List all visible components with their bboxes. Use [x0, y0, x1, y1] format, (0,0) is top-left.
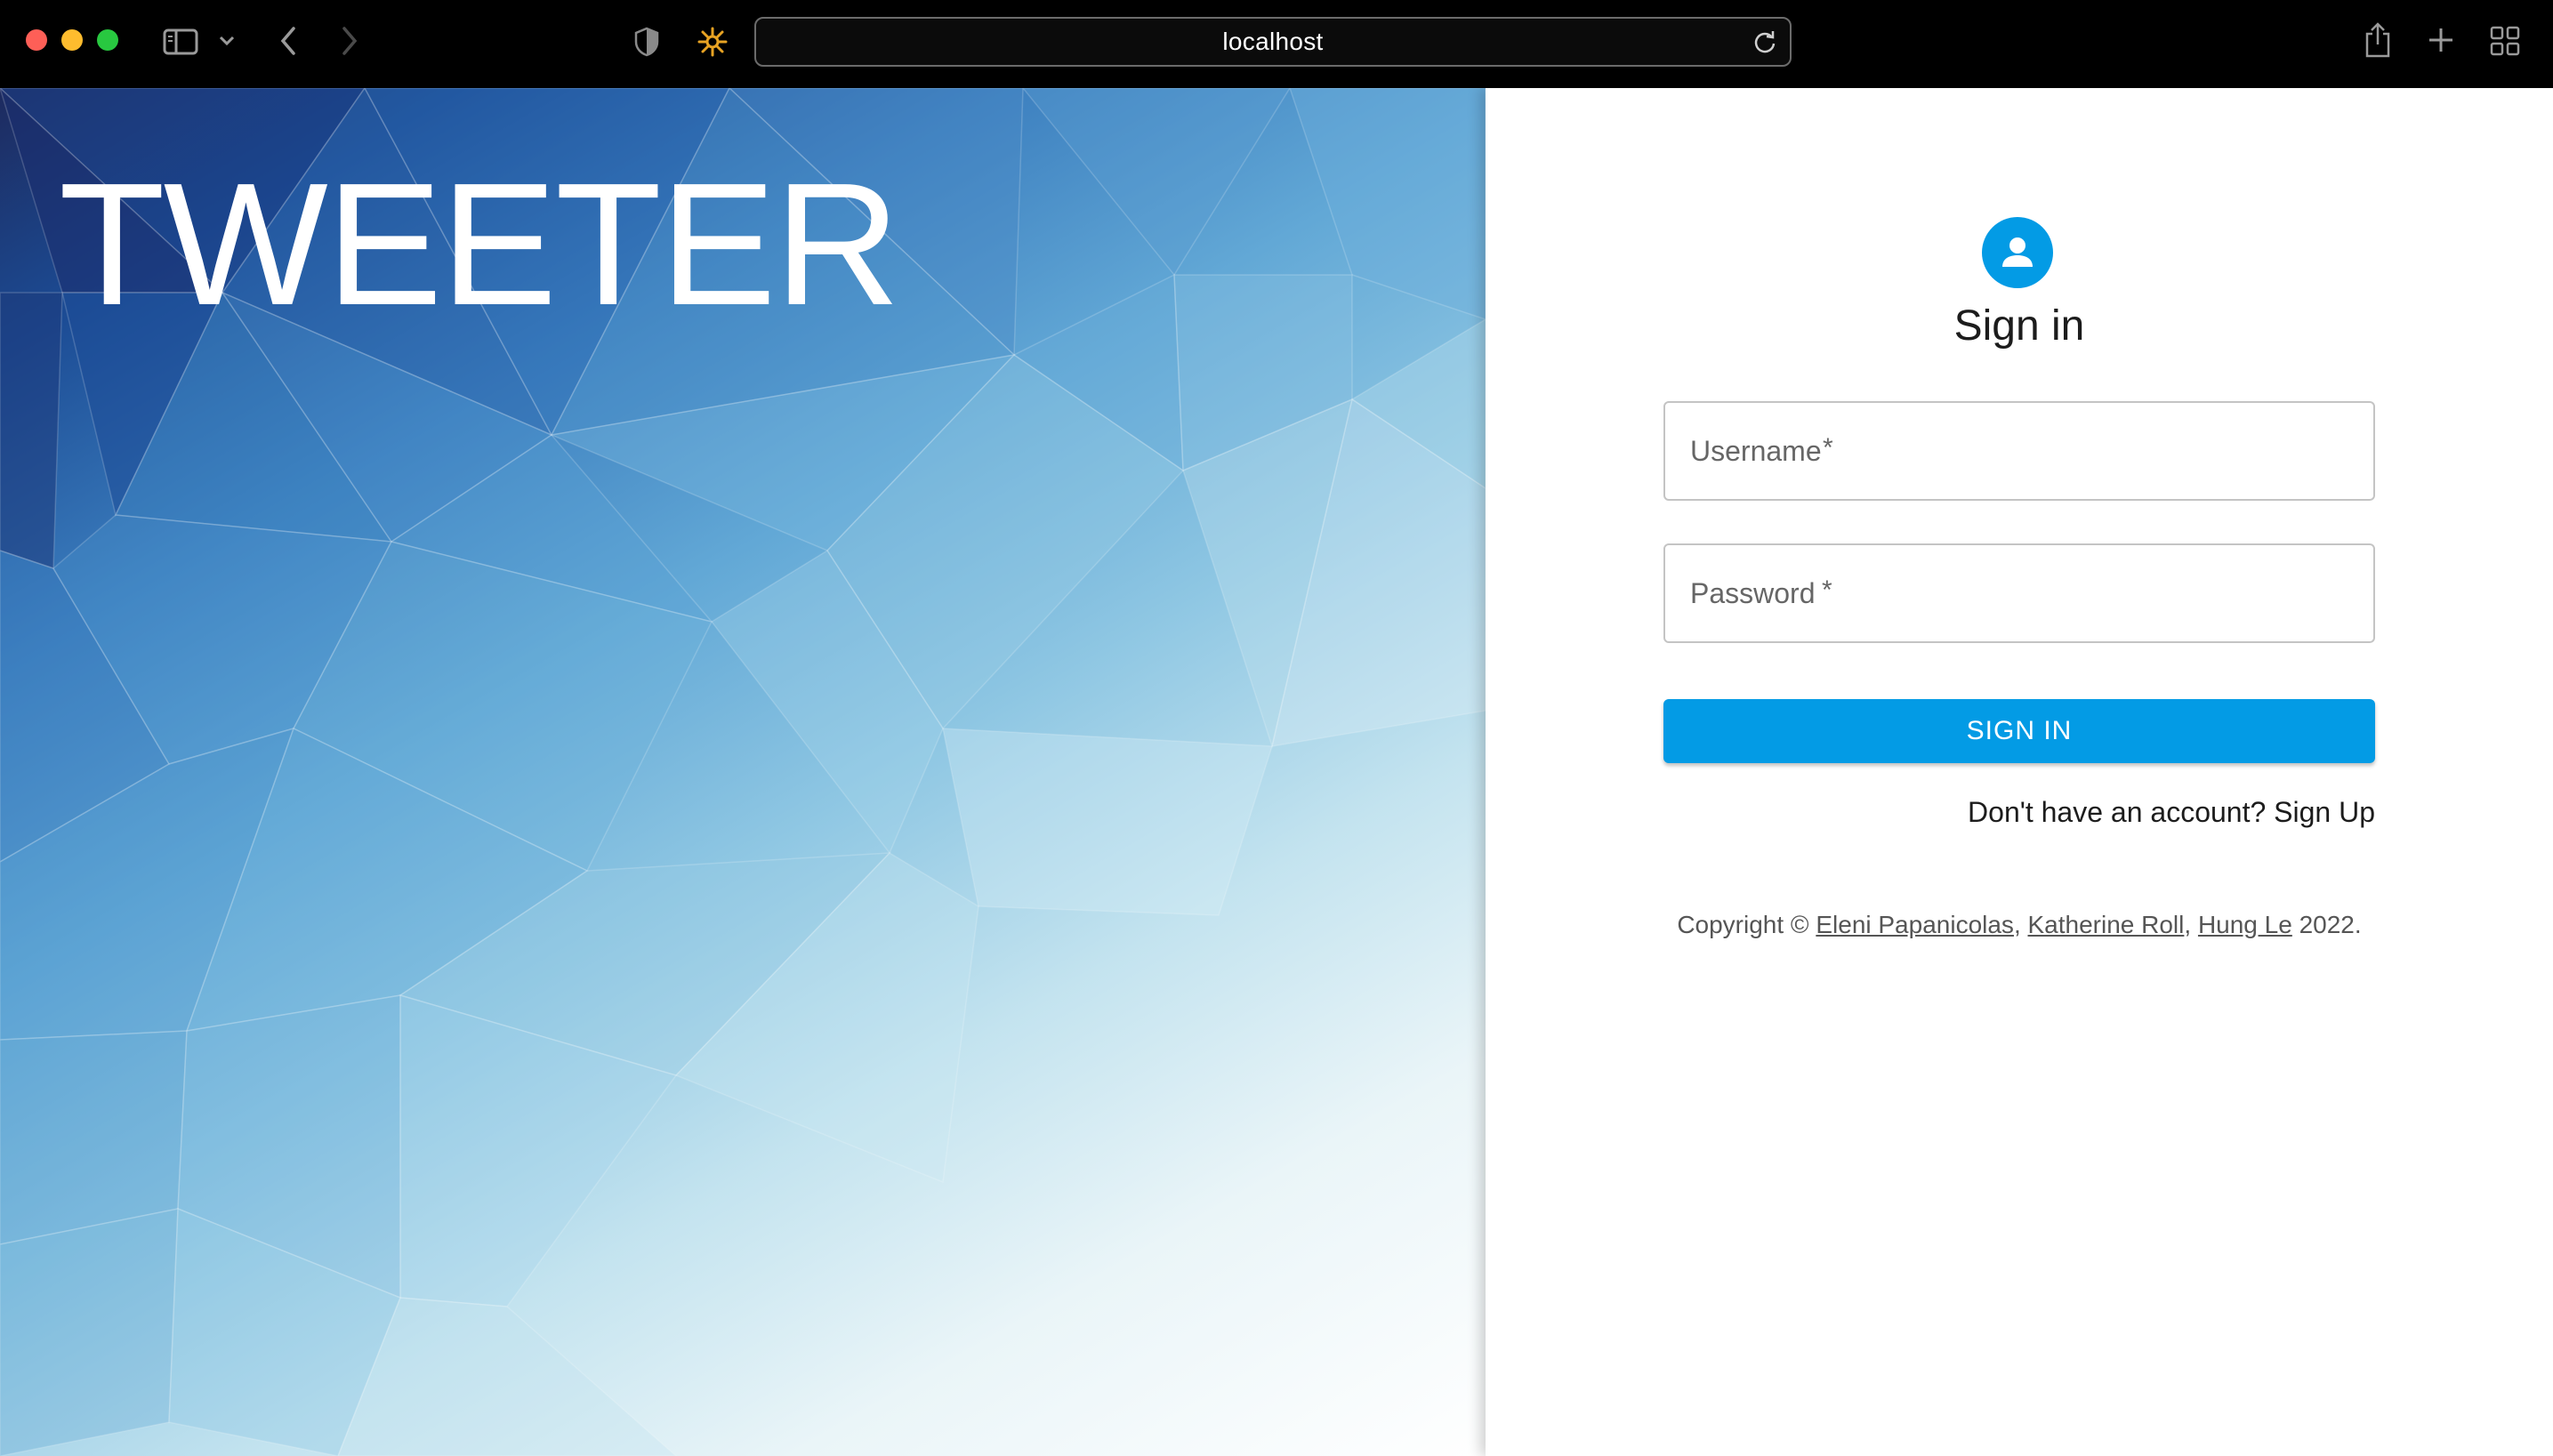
author-link[interactable]: Katherine Roll — [2028, 911, 2185, 938]
extension-icon[interactable] — [697, 26, 729, 58]
user-avatar-icon — [1982, 217, 2053, 288]
reload-icon[interactable] — [1752, 29, 1777, 54]
author-link[interactable]: Eleni Papanicolas — [1816, 911, 2014, 938]
copyright-prefix: Copyright © — [1677, 911, 1816, 938]
copyright-suffix: 2022. — [2291, 911, 2362, 938]
required-marker: * — [1823, 433, 1833, 463]
username-field[interactable]: * — [1663, 401, 2375, 501]
tab-overview-icon[interactable] — [2490, 26, 2520, 56]
browser-toolbar: localhost — [0, 0, 2553, 88]
zoom-window-button[interactable] — [97, 29, 118, 51]
password-input[interactable] — [1665, 545, 2373, 641]
back-icon[interactable] — [278, 26, 298, 56]
privacy-shield-icon[interactable] — [633, 27, 660, 57]
author-link[interactable]: Hung Le — [2198, 911, 2292, 938]
hero-banner: TWEETER — [0, 88, 1486, 1456]
password-field[interactable]: * — [1663, 543, 2375, 643]
close-window-button[interactable] — [26, 29, 47, 51]
signin-heading: Sign in — [1953, 302, 2085, 350]
copyright-text: Copyright © Eleni Papanicolas, Katherine… — [1486, 911, 2553, 939]
new-tab-icon[interactable] — [2427, 26, 2455, 54]
signin-button[interactable]: SIGN IN — [1663, 699, 2375, 763]
required-marker: * — [1822, 575, 1832, 605]
copyright-separator: , — [2013, 911, 2028, 938]
share-icon[interactable] — [2364, 21, 2392, 59]
forward-icon[interactable] — [340, 26, 359, 56]
username-input[interactable] — [1665, 403, 2373, 499]
signup-link[interactable]: Don't have an account? Sign Up — [1968, 796, 2375, 829]
url-text[interactable]: localhost — [1222, 28, 1323, 56]
signin-panel: Sign in * * SIGN IN Don't have an accoun… — [1486, 88, 2553, 1456]
address-bar[interactable]: localhost — [754, 17, 1792, 67]
minimize-window-button[interactable] — [61, 29, 83, 51]
app-title: TWEETER — [59, 147, 900, 342]
copyright-separator: , — [2184, 911, 2198, 938]
sidebar-icon[interactable] — [163, 28, 198, 56]
chevron-down-icon[interactable] — [218, 34, 236, 48]
